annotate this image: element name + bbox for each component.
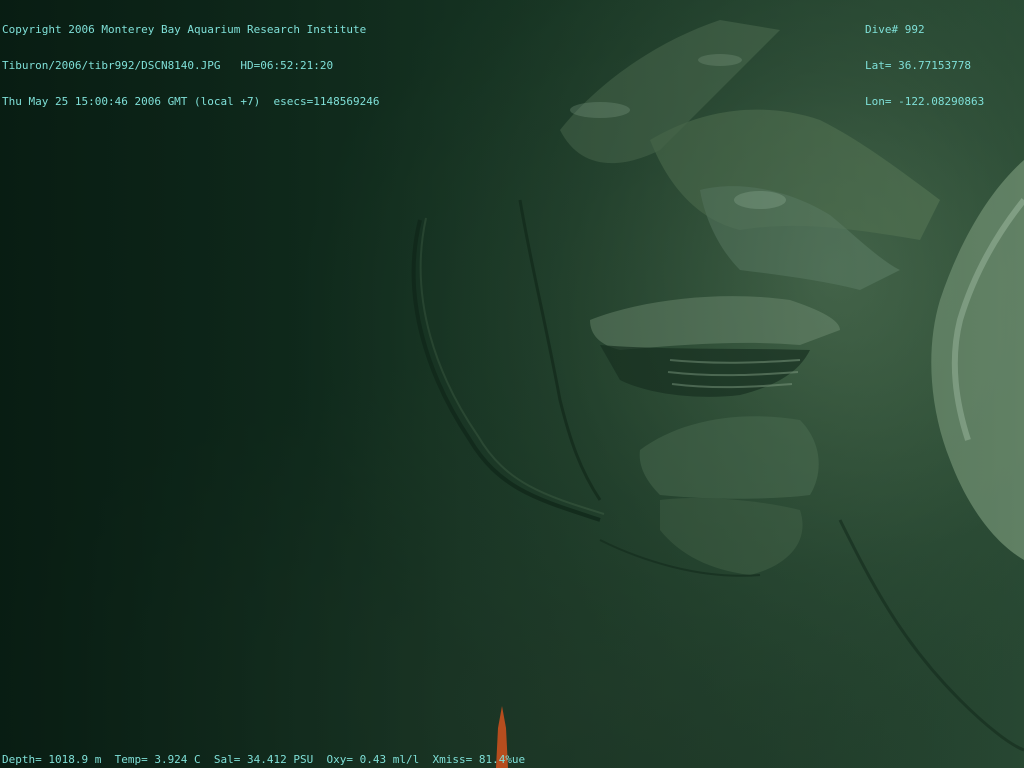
overlay-copyright: Copyright 2006 Monterey Bay Aquarium Res… [2,23,367,36]
seafloor-photo: Copyright 2006 Monterey Bay Aquarium Res… [0,0,1024,768]
overlay-top-left: Copyright 2006 Monterey Bay Aquarium Res… [2,0,380,132]
overlay-sensor-readout: Depth= 1018.9 m Temp= 3.924 C Sal= 34.41… [2,753,526,766]
overlay-latitude: Lat= 36.77153778 [865,59,971,72]
overlay-timestamp: Thu May 25 15:00:46 2006 GMT (local +7) … [2,95,380,108]
overlay-file-path: Tiburon/2006/tibr992/DSCN8140.JPG HD=06:… [2,59,334,72]
overlay-dive-number: Dive# 992 [865,23,925,36]
overlay-longitude: Lon= -122.08290863 [865,95,985,108]
overlay-top-right: Dive# 992 Lat= 36.77153778 Lon= -122.082… [865,0,984,132]
